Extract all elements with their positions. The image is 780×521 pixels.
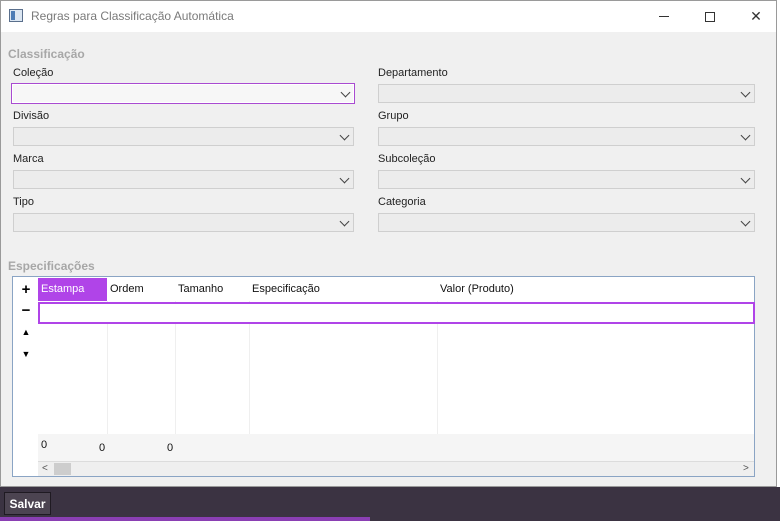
maximize-icon bbox=[705, 11, 715, 22]
column-header-especificacao[interactable]: Especificação bbox=[249, 278, 437, 301]
app-icon bbox=[9, 9, 23, 22]
subcolecao-combo[interactable] bbox=[378, 170, 755, 189]
grid-toolbar: + − ▲ ▼ bbox=[14, 278, 38, 438]
dialog-window: Regras para Classificação Automática ✕ C… bbox=[0, 0, 777, 487]
column-header-valor-produto[interactable]: Valor (Produto) bbox=[437, 278, 754, 301]
chevron-down-icon bbox=[740, 173, 751, 184]
move-down-button[interactable]: ▼ bbox=[17, 345, 35, 363]
arrow-down-icon: ▼ bbox=[21, 349, 31, 359]
minimize-button[interactable] bbox=[641, 1, 687, 32]
maximize-button[interactable] bbox=[687, 1, 733, 32]
column-header-ordem[interactable]: Ordem bbox=[107, 278, 175, 301]
column-header-estampa[interactable]: Estampa bbox=[38, 278, 107, 301]
add-row-button[interactable]: + bbox=[17, 280, 35, 298]
chevron-down-icon bbox=[339, 173, 350, 184]
scroll-left-icon[interactable]: < bbox=[42, 464, 48, 474]
label-categoria: Categoria bbox=[378, 196, 426, 208]
scroll-right-icon[interactable]: > bbox=[743, 464, 749, 474]
arrow-up-icon: ▲ bbox=[21, 327, 31, 337]
section-title-classificacao: Classificação bbox=[8, 47, 85, 61]
scrollbar-thumb[interactable] bbox=[54, 463, 71, 475]
table-row[interactable] bbox=[38, 302, 755, 324]
label-departamento: Departamento bbox=[378, 67, 448, 79]
departamento-combo[interactable] bbox=[378, 84, 755, 103]
remove-row-button[interactable]: − bbox=[17, 301, 35, 319]
total-ordem: 0 bbox=[99, 442, 106, 454]
label-marca: Marca bbox=[13, 153, 44, 165]
close-button[interactable]: ✕ bbox=[733, 1, 779, 32]
label-colecao: Coleção bbox=[13, 67, 54, 79]
grid-totals-row: 0 0 0 bbox=[38, 434, 754, 461]
total-estampa: 0 bbox=[41, 439, 48, 451]
chevron-down-icon bbox=[339, 216, 350, 227]
marca-combo[interactable] bbox=[13, 170, 354, 189]
chevron-down-icon bbox=[740, 130, 751, 141]
grupo-combo[interactable] bbox=[378, 127, 755, 146]
accent-strip bbox=[0, 517, 370, 521]
chevron-down-icon bbox=[340, 87, 351, 98]
label-subcolecao: Subcoleção bbox=[378, 153, 436, 165]
minimize-icon bbox=[659, 16, 669, 17]
window-title: Regras para Classificação Automática bbox=[31, 9, 234, 23]
label-grupo: Grupo bbox=[378, 110, 409, 122]
chevron-down-icon bbox=[740, 87, 751, 98]
total-tamanho: 0 bbox=[167, 442, 174, 454]
move-up-button[interactable]: ▲ bbox=[17, 323, 35, 341]
chevron-down-icon bbox=[339, 130, 350, 141]
bottom-bar: Salvar bbox=[0, 487, 780, 521]
title-bar: Regras para Classificação Automática ✕ bbox=[1, 1, 776, 32]
divisao-combo[interactable] bbox=[13, 127, 354, 146]
horizontal-scrollbar[interactable]: < > bbox=[38, 461, 754, 476]
close-icon: ✕ bbox=[750, 8, 762, 24]
save-button[interactable]: Salvar bbox=[4, 492, 51, 515]
column-header-tamanho[interactable]: Tamanho bbox=[175, 278, 249, 301]
chevron-down-icon bbox=[740, 216, 751, 227]
plus-icon: + bbox=[21, 280, 31, 298]
label-divisao: Divisão bbox=[13, 110, 50, 122]
section-title-especificacoes: Especificações bbox=[8, 259, 95, 273]
minus-icon: − bbox=[21, 301, 31, 319]
tipo-combo[interactable] bbox=[13, 213, 354, 232]
grid-header: Estampa Ordem Tamanho Especificação Valo… bbox=[38, 278, 754, 301]
categoria-combo[interactable] bbox=[378, 213, 755, 232]
colecao-combo[interactable] bbox=[11, 83, 355, 104]
specifications-grid: + − ▲ ▼ Estampa Ordem Tamanho Especifica… bbox=[12, 276, 755, 477]
label-tipo: Tipo bbox=[13, 196, 34, 208]
